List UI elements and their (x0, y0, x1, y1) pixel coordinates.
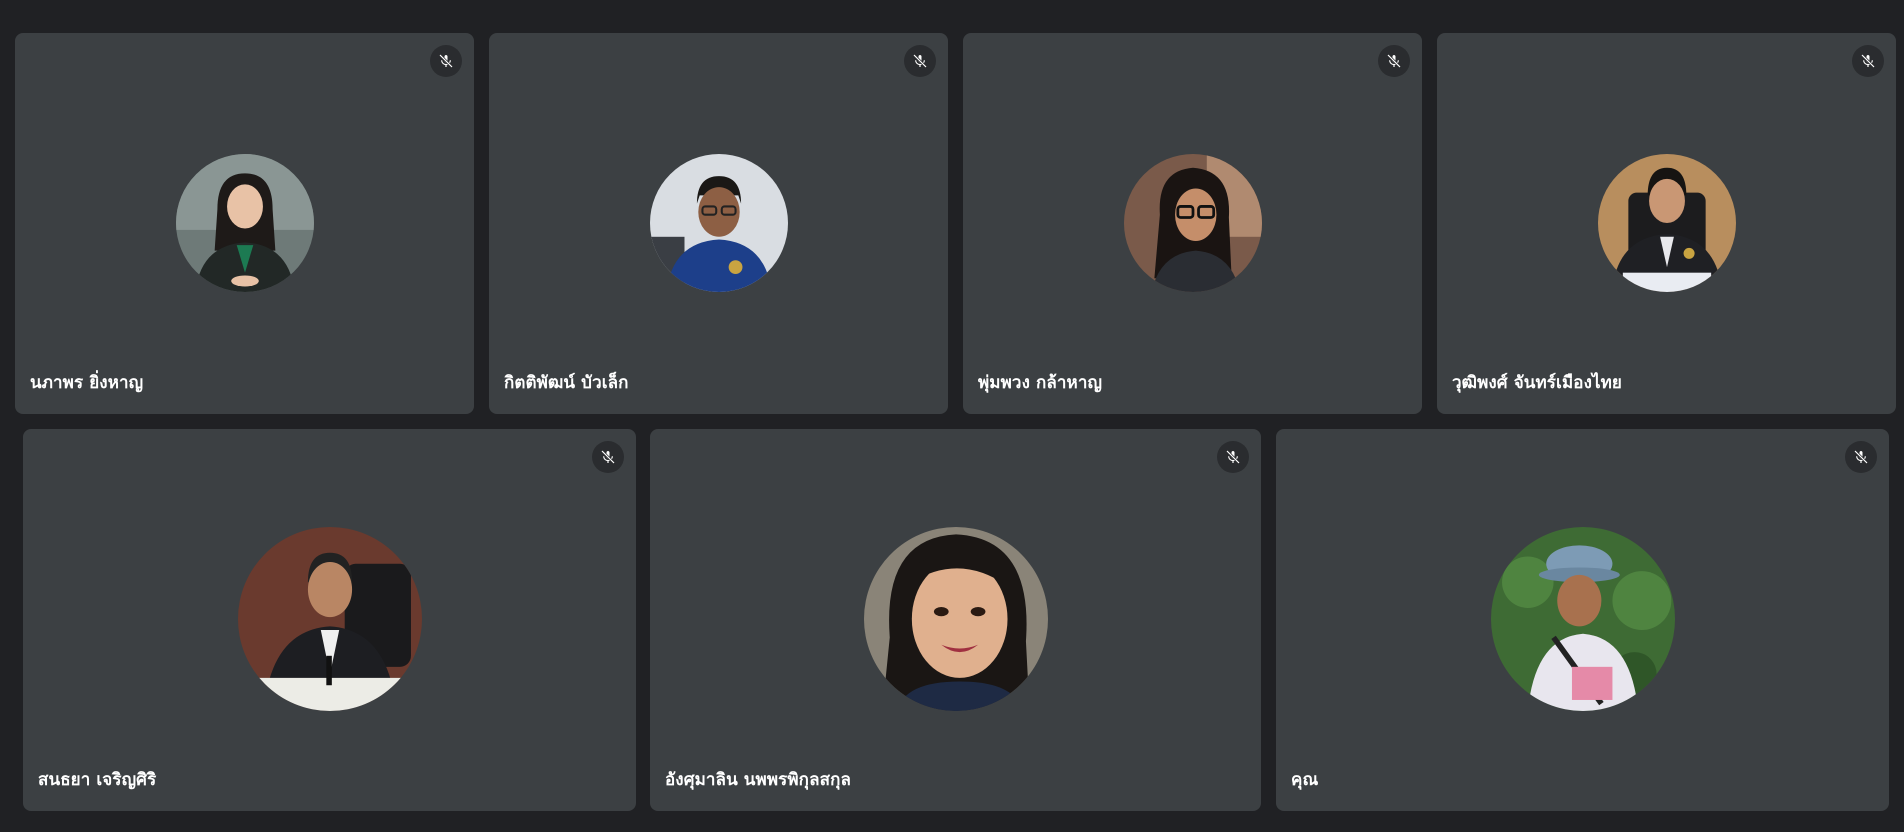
participant-tile[interactable]: สนธยา เจริญศิริ (23, 429, 636, 811)
avatar-photo-icon (175, 154, 314, 292)
participant-avatar (649, 154, 788, 292)
mute-status-button[interactable] (430, 45, 462, 77)
participant-tile[interactable]: กิตติพัฒน์ บัวเล็ก (489, 33, 948, 414)
avatar-photo-icon (1597, 154, 1736, 292)
participant-tile[interactable]: พุ่มพวง กล้าหาญ (963, 33, 1422, 414)
participant-name: คุณ (1291, 770, 1319, 790)
mute-status-button[interactable] (1845, 441, 1877, 473)
participant-name: วุฒิพงศ์ จันทร์เมืองไทย (1452, 373, 1622, 393)
avatar-photo-icon (863, 527, 1048, 711)
participant-avatar (175, 154, 314, 292)
participant-tile[interactable]: อังศุมาลิน นพพรพิกุลสกุล (650, 429, 1261, 811)
mic-off-icon (1387, 54, 1401, 68)
avatar-photo-icon (237, 527, 422, 711)
mic-off-icon (601, 450, 615, 464)
avatar-photo-icon (1490, 527, 1675, 711)
participant-name: กิตติพัฒน์ บัวเล็ก (504, 373, 629, 393)
mute-status-button[interactable] (1852, 45, 1884, 77)
avatar-photo-icon (649, 154, 788, 292)
participant-name: นภาพร ยิ่งหาญ (30, 373, 144, 393)
mute-status-button[interactable] (1378, 45, 1410, 77)
mic-off-icon (913, 54, 927, 68)
mic-off-icon (1226, 450, 1240, 464)
mic-off-icon (1854, 450, 1868, 464)
participant-avatar (863, 527, 1048, 711)
mute-status-button[interactable] (592, 441, 624, 473)
participant-name: สนธยา เจริญศิริ (38, 770, 157, 790)
participant-tile[interactable]: คุณ (1276, 429, 1889, 811)
participant-avatar (1123, 154, 1262, 292)
participant-name: พุ่มพวง กล้าหาญ (978, 373, 1103, 393)
participant-avatar (1597, 154, 1736, 292)
avatar-photo-icon (1123, 154, 1262, 292)
video-call-grid: นภาพร ยิ่งหาญ กิตติพัฒน์ บัวเล็ก พุ่มพวง… (0, 0, 1904, 832)
mic-off-icon (1861, 54, 1875, 68)
participant-avatar (1490, 527, 1675, 711)
participant-tile[interactable]: นภาพร ยิ่งหาญ (15, 33, 474, 414)
participant-tile[interactable]: วุฒิพงศ์ จันทร์เมืองไทย (1437, 33, 1896, 414)
mic-off-icon (439, 54, 453, 68)
mute-status-button[interactable] (1217, 441, 1249, 473)
participant-name: อังศุมาลิน นพพรพิกุลสกุล (665, 770, 851, 790)
participant-avatar (237, 527, 422, 711)
mute-status-button[interactable] (904, 45, 936, 77)
